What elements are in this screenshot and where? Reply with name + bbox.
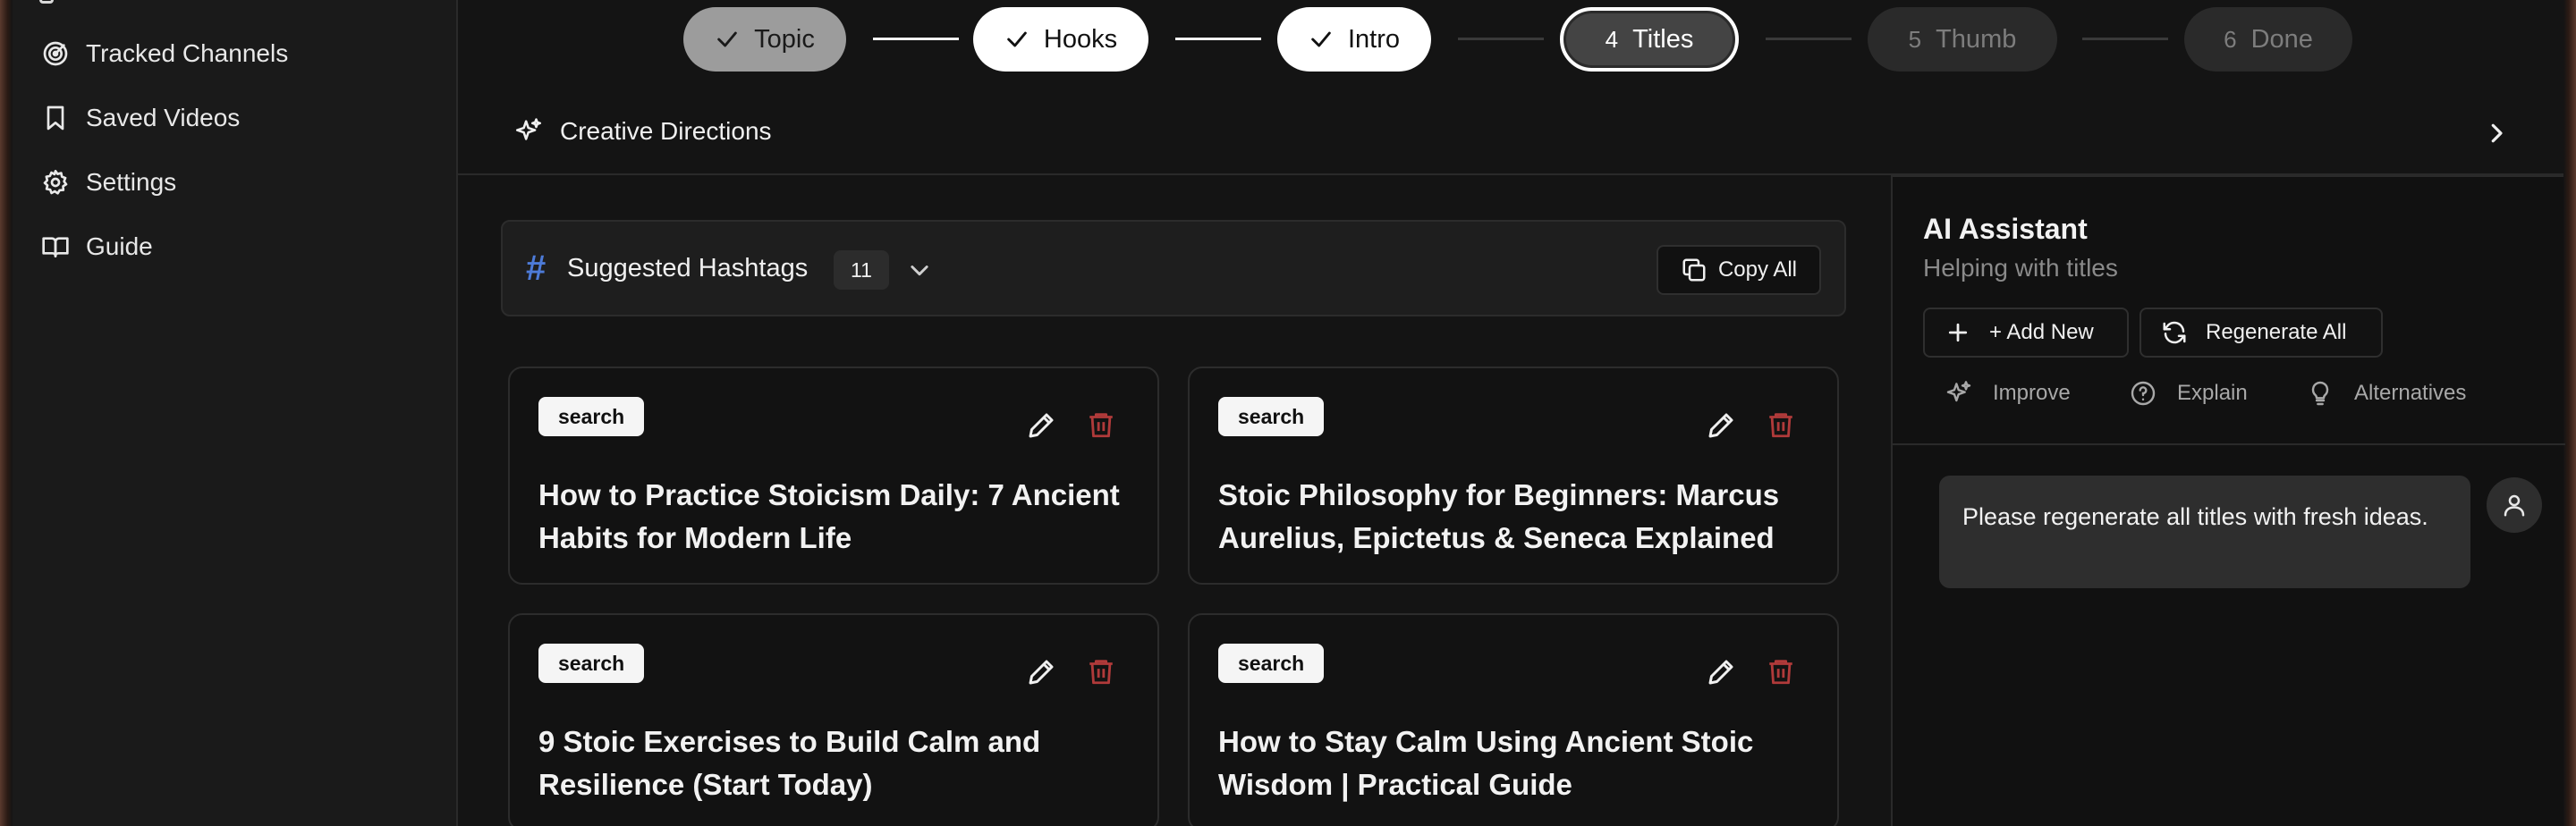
user-icon [2504,494,2525,517]
bookmark-icon [47,105,64,131]
step-label: Thumb [1936,24,2017,54]
title-tag-badge: search [1218,397,1325,436]
title-text: Stoic Philosophy for Beginners: Marcus A… [1218,478,1780,554]
add-new-button[interactable]: + Add New [1923,308,2129,358]
title-tag-badge: search [1218,644,1325,683]
regenerate-all-button[interactable]: Regenerate All [2140,308,2383,358]
check-icon [1311,31,1331,47]
step-titles[interactable]: 4 Titles [1560,7,1739,72]
sidebar-item-label: Saved Videos [86,104,241,131]
add-new-label: + Add New [1989,320,2094,344]
title-text: 9 Stoic Exercises to Build Calm and Resi… [538,725,1041,801]
sidebar-item-label: Tracked Channels [86,39,289,67]
step-connector [1175,38,1261,40]
step-intro[interactable]: Intro [1277,7,1431,72]
trash-icon[interactable] [1086,656,1116,687]
title-card[interactable]: search Stoic Philosophy for Beginners: M… [1188,367,1839,585]
title-tag-badge: search [538,644,645,683]
sidebar-cut-icon [39,0,54,4]
sidebar-item-settings[interactable]: Settings [29,156,440,209]
step-connector [1766,38,1852,40]
user-avatar [2487,477,2542,533]
step-number: 5 [1908,25,1922,53]
divider [1893,443,2565,445]
sidebar-item-guide[interactable]: Guide [29,220,440,274]
step-hooks[interactable]: Hooks [973,7,1148,72]
title-text: How to Stay Calm Using Ancient Stoic Wis… [1218,725,1754,801]
alternatives-action[interactable]: Alternatives [2306,375,2466,411]
trash-icon[interactable] [1766,656,1796,687]
copy-icon [1682,258,1706,282]
user-message-bubble: Please regenerate all titles with fresh … [1939,476,2470,588]
radar-icon [43,41,68,66]
pencil-icon[interactable] [1705,409,1737,442]
title-text: How to Practice Stoicism Daily: 7 Ancien… [538,478,1120,554]
step-label: Intro [1347,24,1401,54]
lightbulb-icon [2311,381,2329,406]
alternatives-label: Alternatives [2354,381,2467,405]
explain-label: Explain [2177,381,2248,405]
step-done[interactable]: 6 Done [2184,7,2352,72]
check-icon [717,31,737,47]
hashtags-title: Suggested Hashtags [567,254,809,282]
creative-directions-label: Creative Directions [560,117,772,145]
step-number: 4 [1605,25,1619,53]
progress-stepper: Topic Hooks Intro 4 Titles 5 Thumb 6 Don… [458,7,2563,72]
title-card[interactable]: search How to Practice Stoicism Daily: 7… [508,367,1159,585]
hashtag-icon: # [526,249,547,288]
ai-assistant-panel: AI Assistant Helping with titles + Add N… [1891,175,2565,826]
explain-action[interactable]: Explain [2129,375,2248,411]
sidebar-item-label: Settings [86,168,177,196]
title-card[interactable]: search 9 Stoic Exercises to Build Calm a… [508,613,1159,826]
chevron-right-icon[interactable] [2483,120,2510,147]
copy-all-label: Copy All [1717,257,1798,282]
sidebar-item-saved-videos[interactable]: Saved Videos [29,91,440,145]
step-connector [1458,38,1544,40]
pencil-icon[interactable] [1025,656,1057,688]
hashtags-count-badge: 11 [834,250,889,290]
book-icon [42,237,69,257]
chevron-down-icon[interactable] [907,257,932,282]
window-frame-left [0,0,13,826]
sidebar-item-tracked-channels[interactable]: Tracked Channels [29,27,440,80]
step-connector [873,38,959,40]
ai-assistant-subtitle: Helping with titles [1923,254,2118,282]
step-thumb[interactable]: 5 Thumb [1868,7,2057,72]
step-label: Hooks [1043,24,1118,54]
improve-label: Improve [1993,381,2071,405]
copy-all-button[interactable]: Copy All [1657,245,1821,295]
gear-icon [43,170,68,195]
trash-icon[interactable] [1766,409,1796,440]
plus-icon [1948,323,1968,342]
step-topic[interactable]: Topic [683,7,846,72]
question-circle-icon [2131,381,2156,406]
title-card[interactable]: search How to Stay Calm Using Ancient St… [1188,613,1839,826]
creative-directions-label-group: Creative Directions [513,116,772,147]
title-tag-badge: search [538,397,645,436]
regenerate-all-label: Regenerate All [2206,320,2347,344]
trash-icon[interactable] [1086,409,1116,440]
step-label: Topic [754,24,815,54]
sparkles-icon [1946,381,1971,402]
suggested-hashtags-panel[interactable]: # Suggested Hashtags 11 Copy All [501,220,1846,316]
check-icon [1007,31,1027,47]
step-label: Titles [1632,24,1694,54]
sidebar: Tracked Channels Saved Videos Settings G… [13,0,458,826]
refresh-icon [2163,321,2186,344]
improve-action[interactable]: Improve [1945,375,2071,411]
creative-directions-bar[interactable]: Creative Directions [458,93,2563,175]
pencil-icon[interactable] [1705,656,1737,688]
step-connector [2082,38,2168,40]
step-label: Done [2250,24,2313,54]
sidebar-item-label: Guide [86,232,153,260]
step-number: 6 [2224,25,2237,53]
pencil-icon[interactable] [1025,409,1057,442]
sparkles-icon [515,118,542,140]
window-frame-right [2563,0,2576,826]
ai-assistant-title: AI Assistant [1923,213,2088,245]
